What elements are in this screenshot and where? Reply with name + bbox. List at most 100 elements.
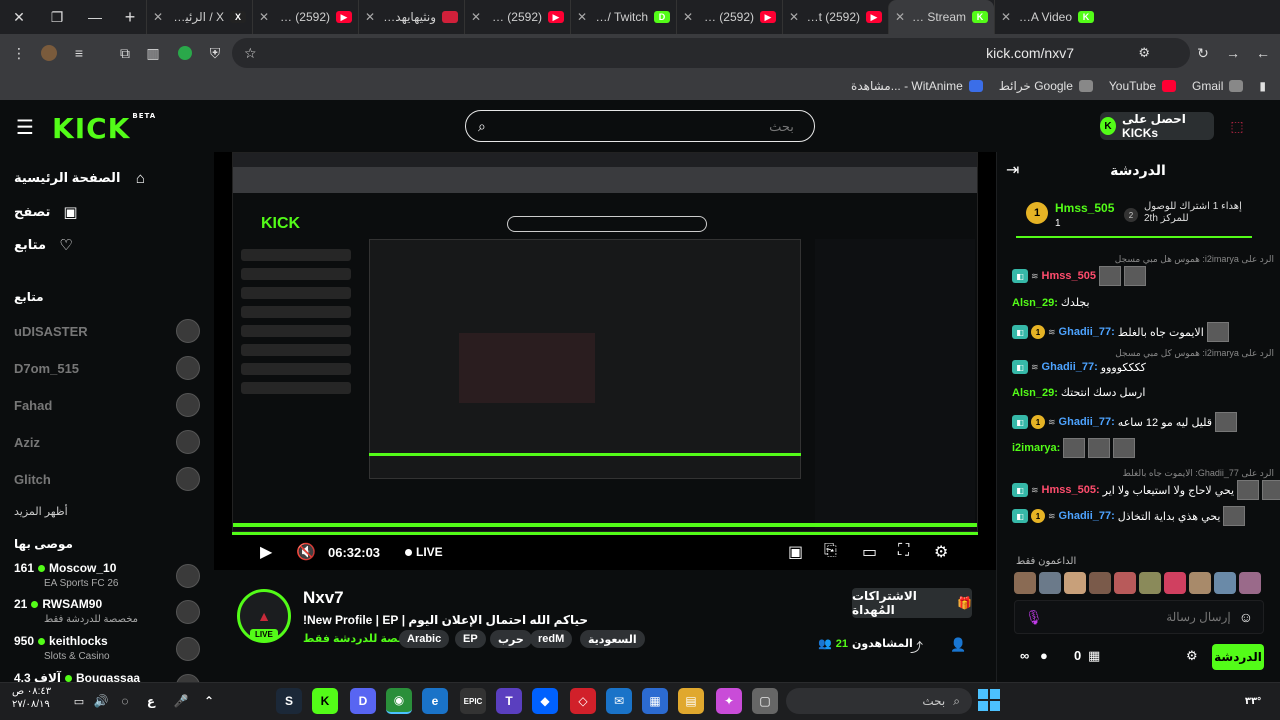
following-channel[interactable]: Glitch [14,466,200,492]
tab-close-icon[interactable]: ✕ [1001,10,1011,24]
tray-expand-icon[interactable]: ⌃ [196,688,222,714]
tab-close-icon[interactable]: ✕ [683,10,693,24]
tab-close-icon[interactable]: ✕ [365,10,375,24]
emoji-icon[interactable]: ☺ [1239,609,1253,625]
start-menu-icon[interactable] [978,689,1000,711]
bookmark-star-icon[interactable]: ☆ [244,45,257,62]
tag-chip[interactable]: Arabic [399,630,450,648]
streamer-name[interactable]: Nxv7 [303,588,344,608]
theater-mode-icon[interactable]: ▭ [862,542,877,562]
bookmark-item[interactable]: Gmail [1192,79,1244,93]
kick-logo[interactable]: KICK BETA [52,112,156,145]
chat-username[interactable]: Hmss_505 [1042,270,1096,282]
show-more-link[interactable]: أظهر المزيد [14,505,68,518]
gift-points-icon[interactable]: ▦ [1088,648,1100,664]
contributor-avatar[interactable] [1189,572,1211,594]
minimize-window-icon[interactable]: — [76,0,114,34]
bookmark-item[interactable]: خرائط Google [999,79,1093,93]
address-bar[interactable]: ☆ kick.com/nxv7 ⚙ [232,38,1190,68]
fullscreen-icon[interactable]: ⛶ [898,542,909,560]
bookmark-item[interactable]: مشاهدة... - WitAnime [851,79,983,93]
copilot-icon[interactable]: ✦ [716,688,742,714]
kick-app-icon[interactable]: K [312,688,338,714]
chat-send-button[interactable]: الدردشة [1212,644,1264,670]
forward-icon[interactable]: → [1218,38,1248,68]
restore-window-icon[interactable]: ❐ [38,0,76,34]
microphone-tray-icon[interactable]: 🎤 [168,688,194,714]
store-icon[interactable]: ▦ [642,688,668,714]
contributor-avatar[interactable] [1239,572,1261,594]
tag-chip[interactable]: السعودية [580,630,645,648]
browser-tab[interactable]: K Nxv7 Stream ✕ [888,0,994,34]
teams-icon[interactable]: T [496,688,522,714]
contributor-avatar[interactable] [1039,572,1061,594]
play-icon[interactable]: ▶ [260,542,272,562]
following-channel[interactable]: Fahad [14,392,200,418]
extension-badge-icon[interactable] [170,38,200,68]
epic-games-icon[interactable]: EPIC [460,688,486,714]
tab-close-icon[interactable]: ✕ [471,10,481,24]
infinity-icon[interactable]: ∞ [1020,648,1029,663]
picture-in-picture-icon[interactable]: ▣ [788,542,803,562]
close-window-icon[interactable]: ✕ [0,0,38,34]
menu-dots-icon[interactable]: ⋮ [4,38,34,68]
app-window-icon[interactable]: ▢ [752,688,778,714]
browser-tab[interactable]: ونثيهايهد - انمي ✕ [358,0,464,34]
dropbox-icon[interactable]: ◆ [532,688,558,714]
taskbar-search[interactable]: بحث ⌕ [786,688,972,714]
tag-chip[interactable]: redM [530,630,573,648]
search-input[interactable] [493,118,794,134]
bookmarks-menu-icon[interactable]: ▮ [1259,79,1266,93]
following-channel[interactable]: Aziz [14,429,200,455]
chat-username[interactable]: Ghadii_77: [1059,416,1115,428]
browser-tab[interactable]: X X / الرئيسية ✕ [146,0,252,34]
following-channel[interactable]: uDISASTER [14,318,200,344]
sidebar-nav-item[interactable]: ♡ متابع [14,233,76,257]
contributor-avatar[interactable] [1214,572,1236,594]
clip-icon[interactable]: ⎘ [824,542,837,560]
sidebar-nav-item[interactable]: ⌂ الصفحة الرئيسية [14,166,150,190]
browser-tab[interactable]: ▶ (2592) Interst ✕ [782,0,888,34]
contributor-avatar[interactable] [1089,572,1111,594]
tab-close-icon[interactable]: ✕ [259,10,269,24]
contributor-avatar[interactable] [1164,572,1186,594]
tab-close-icon[interactable]: ✕ [895,10,905,24]
settings-gear-icon[interactable]: ⚙ [934,542,948,562]
chat-username[interactable]: Hmss_505: [1042,484,1100,496]
recommended-channel[interactable]: 950 keithlocks Slots & Casino [14,634,200,668]
contributor-avatar[interactable] [1064,572,1086,594]
new-tab-button[interactable]: + [114,0,146,34]
chat-username[interactable]: Alsn_29: [1012,297,1058,309]
chat-settings-icon[interactable]: ⚙ [1186,648,1198,664]
following-channel[interactable]: D7om_515 [14,355,200,381]
tag-chip[interactable]: EP [455,630,486,648]
discord-icon[interactable]: D [350,688,376,714]
media-control-icon[interactable]: ≡ [64,38,94,68]
emote-points-icon[interactable]: ● [1040,648,1048,663]
browser-tab[interactable]: K YZNSA Video ✕ [994,0,1100,34]
chat-username[interactable]: i2imarya: [1012,442,1060,454]
chat-username[interactable]: Ghadii_77: [1059,326,1115,338]
mail-icon[interactable]: ✉ [606,688,632,714]
extension-avatar-icon[interactable] [34,38,64,68]
share-icon[interactable]: ⤴ [910,637,923,656]
gift-subscriptions-button[interactable]: الاشتراكات المُهداة 🎁 [852,588,972,618]
browser-tab[interactable]: D Kick / Twitch ✕ [570,0,676,34]
tab-close-icon[interactable]: ✕ [789,10,799,24]
user-menu-icon[interactable]: ⬚ [1226,116,1248,136]
browser-tab[interactable]: ▶ (2592) Pirates ✕ [252,0,358,34]
bookmark-item[interactable]: YouTube [1109,79,1177,93]
tab-close-icon[interactable]: ✕ [577,10,587,24]
tag-chip[interactable]: حرب [490,630,532,648]
system-clock[interactable]: ٠٨:٤٣ ص ٢٧/٠٨/١٩ [12,685,51,711]
recommended-channel[interactable]: 21 RWSAM90 مخصصة للدردشة فقط [14,597,200,631]
language-indicator[interactable]: ع [138,688,164,714]
contributor-avatar[interactable] [1114,572,1136,594]
edge-icon[interactable]: e [422,688,448,714]
wifi-icon[interactable]: ◌ [112,688,138,714]
chat-input-box[interactable]: 🎙 ☺ [1014,600,1264,634]
recommended-channel[interactable]: 161 Moscow_10 EA Sports FC 26 [14,561,200,595]
chrome-icon[interactable]: ◉ [386,688,412,714]
chat-username[interactable]: Alsn_29: [1012,387,1058,399]
collapse-chat-icon[interactable]: ⇥ [1006,160,1019,180]
